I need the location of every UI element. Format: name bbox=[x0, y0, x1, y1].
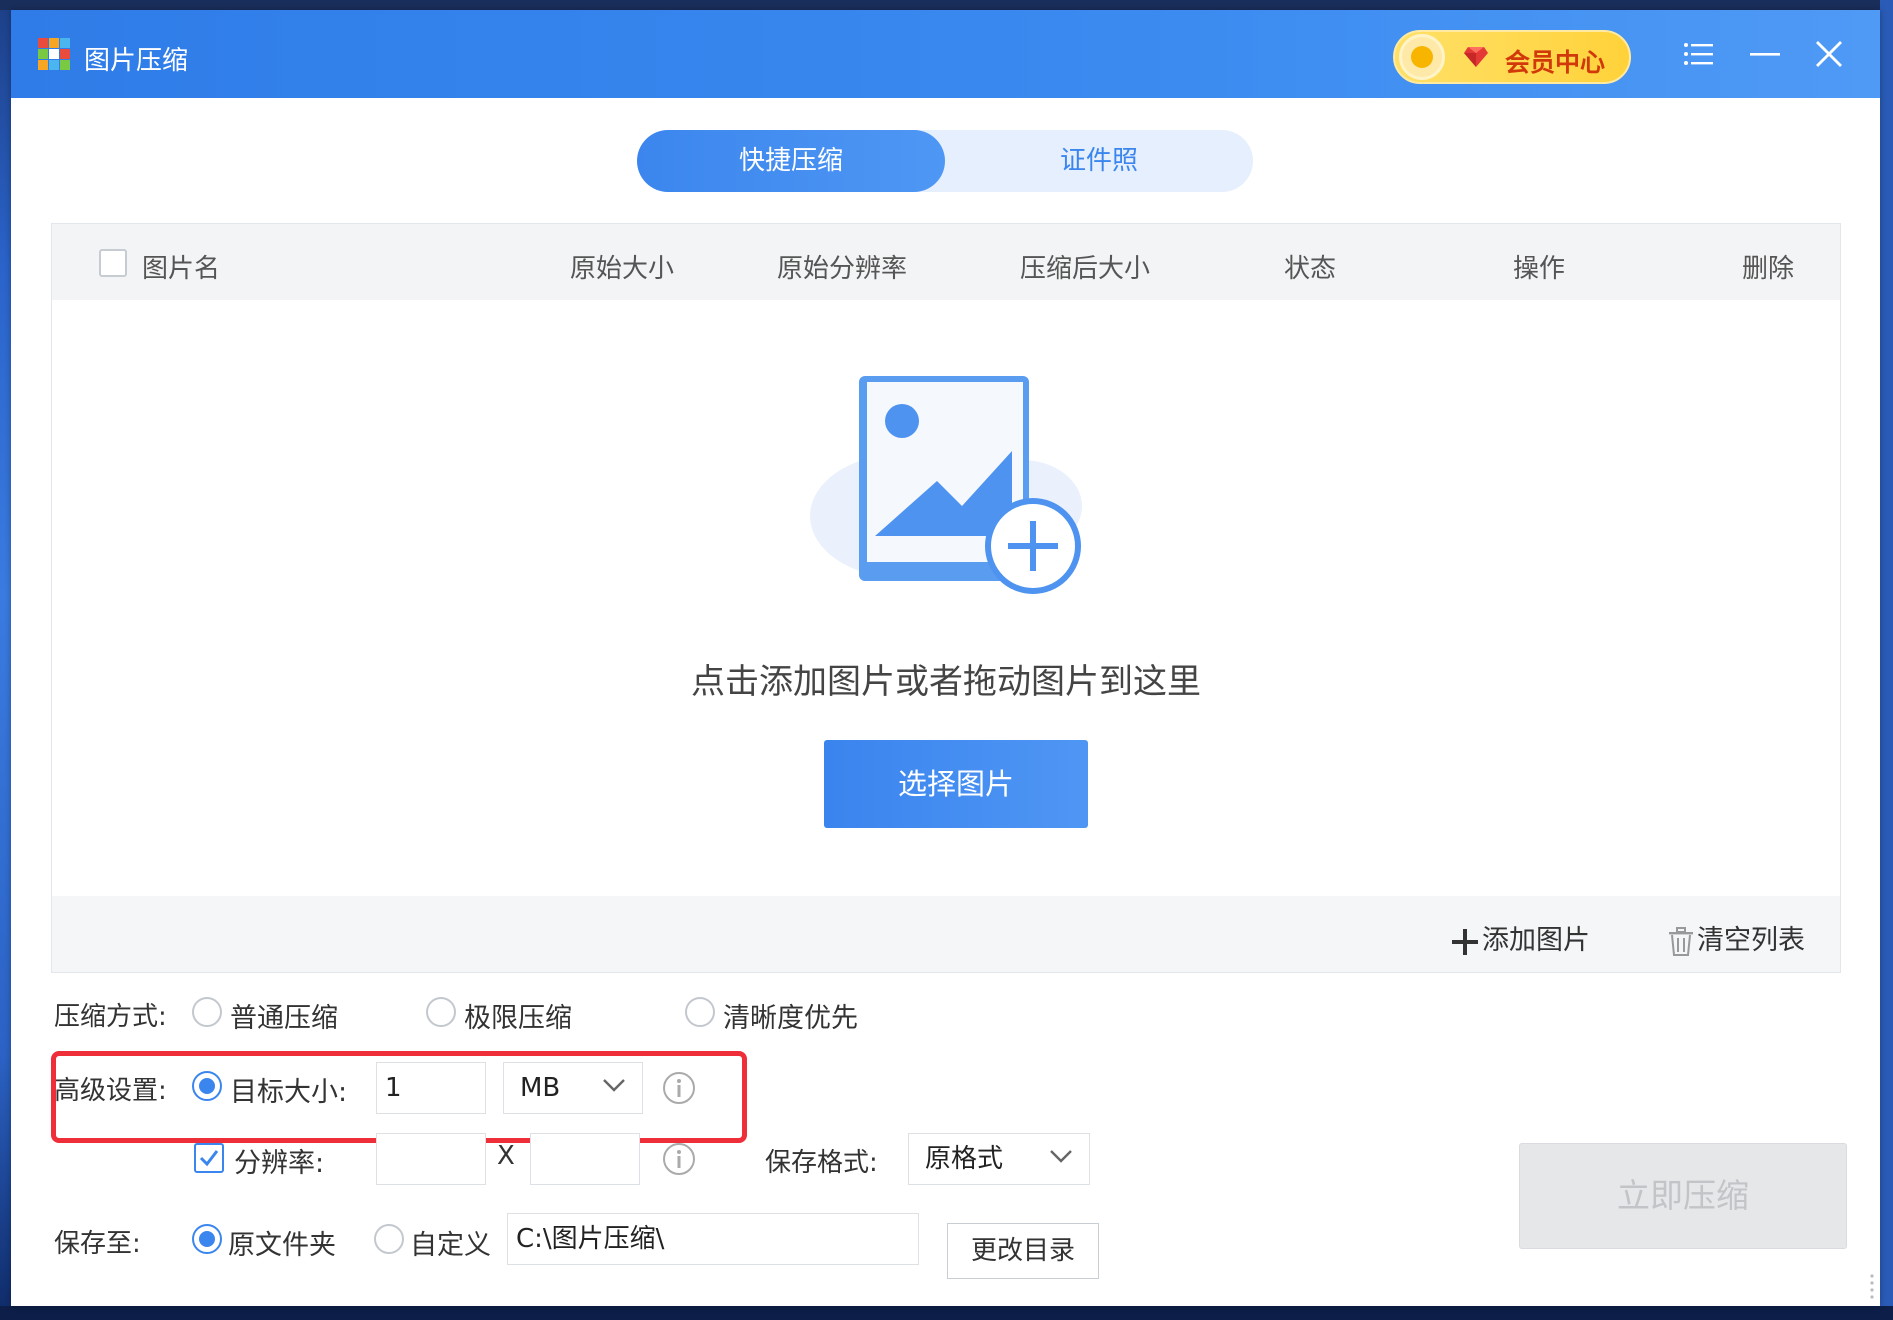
avatar bbox=[1399, 34, 1445, 80]
title-bar[interactable]: 图片压缩 会员中心 bbox=[11, 10, 1880, 98]
target-size-unit-select[interactable]: MB bbox=[503, 1062, 643, 1114]
save-to-label: 保存至: bbox=[54, 1229, 141, 1259]
resolution-checkbox[interactable] bbox=[194, 1143, 224, 1173]
taskbar-strip bbox=[0, 1306, 1893, 1320]
select-all-checkbox[interactable] bbox=[99, 249, 127, 277]
normal-compress-label[interactable]: 普通压缩 bbox=[230, 996, 338, 1035]
column-header-delete: 删除 bbox=[1742, 254, 1795, 284]
target-size-label: 目标大小: bbox=[230, 1077, 348, 1108]
column-header-original-resolution: 原始分辨率 bbox=[777, 254, 908, 284]
resize-grip-icon[interactable] bbox=[1867, 1272, 1877, 1302]
tab-quick-compress[interactable]: 快捷压缩 bbox=[637, 130, 945, 192]
save-format-select[interactable]: 原格式 bbox=[908, 1133, 1090, 1185]
resolution-info-icon[interactable] bbox=[662, 1142, 696, 1176]
target-size-input[interactable]: 1 bbox=[376, 1062, 486, 1114]
change-directory-button[interactable]: 更改目录 bbox=[947, 1223, 1099, 1279]
column-header-action: 操作 bbox=[1513, 254, 1566, 284]
radio-original-folder[interactable] bbox=[192, 1224, 222, 1254]
select-images-button[interactable]: 选择图片 bbox=[824, 740, 1088, 828]
column-header-original-size: 原始大小 bbox=[570, 254, 675, 284]
original-folder-label[interactable]: 原文件夹 bbox=[228, 1223, 336, 1262]
save-path-input[interactable]: C:\图片压缩\ bbox=[507, 1213, 919, 1265]
diamond-icon bbox=[1464, 47, 1488, 67]
column-header-name: 图片名 bbox=[142, 254, 221, 284]
clarity-first-label[interactable]: 清晰度优先 bbox=[723, 996, 858, 1035]
column-header-compressed-size: 压缩后大小 bbox=[1020, 254, 1151, 284]
vip-center-button[interactable]: 会员中心 bbox=[1393, 30, 1631, 84]
chevron-down-icon bbox=[603, 1079, 625, 1092]
target-size-unit-value: MB bbox=[520, 1073, 561, 1103]
column-header-status: 状态 bbox=[1284, 254, 1337, 284]
empty-list-hint: 点击添加图片或者拖动图片到这里 bbox=[691, 662, 1201, 702]
target-size-info-icon[interactable] bbox=[662, 1071, 696, 1105]
trash-icon bbox=[1669, 926, 1693, 956]
radio-extreme-compress[interactable] bbox=[426, 997, 456, 1027]
custom-folder-label[interactable]: 自定义 bbox=[410, 1223, 491, 1262]
app-logo-icon bbox=[38, 38, 70, 70]
minimize-icon[interactable] bbox=[1747, 36, 1783, 72]
desktop-top-strip bbox=[0, 0, 1893, 10]
resolution-width-input[interactable] bbox=[376, 1133, 486, 1185]
plus-icon bbox=[1452, 928, 1478, 955]
chevron-down-icon bbox=[1050, 1150, 1072, 1163]
resolution-height-input[interactable] bbox=[530, 1133, 640, 1185]
window-title: 图片压缩 bbox=[84, 46, 189, 76]
menu-icon[interactable] bbox=[1681, 36, 1717, 72]
list-header: 图片名 原始大小 原始分辨率 压缩后大小 状态 操作 删除 bbox=[52, 224, 1840, 300]
list-footer: 添加图片 清空列表 bbox=[52, 896, 1840, 972]
mode-tabs: 快捷压缩 证件照 bbox=[637, 130, 1253, 192]
image-list-panel[interactable]: 图片名 原始大小 原始分辨率 压缩后大小 状态 操作 删除 点击添加图片或者拖动… bbox=[51, 223, 1841, 973]
radio-normal-compress[interactable] bbox=[192, 997, 222, 1027]
clear-list-button[interactable]: 清空列表 bbox=[1667, 918, 1805, 957]
desktop-right-strip bbox=[1880, 0, 1893, 1320]
add-image-illustration-icon[interactable] bbox=[797, 366, 1097, 606]
save-format-label: 保存格式: bbox=[765, 1148, 878, 1178]
clear-list-label: 清空列表 bbox=[1697, 925, 1805, 956]
radio-target-size[interactable] bbox=[192, 1071, 222, 1101]
tab-id-photo[interactable]: 证件照 bbox=[945, 130, 1253, 192]
radio-custom-folder[interactable] bbox=[374, 1224, 404, 1254]
close-icon[interactable] bbox=[1811, 36, 1847, 72]
resolution-label: 分辨率: bbox=[234, 1148, 325, 1179]
vip-center-label: 会员中心 bbox=[1505, 48, 1606, 77]
compress-mode-label: 压缩方式: bbox=[54, 1002, 167, 1032]
advanced-settings-label: 高级设置: bbox=[54, 1076, 167, 1106]
add-images-label: 添加图片 bbox=[1482, 925, 1590, 956]
radio-clarity-first[interactable] bbox=[685, 997, 715, 1027]
save-format-value: 原格式 bbox=[925, 1144, 1004, 1174]
extreme-compress-label[interactable]: 极限压缩 bbox=[464, 996, 572, 1035]
check-icon bbox=[199, 1150, 219, 1167]
app-window: 图片压缩 会员中心 快捷压缩 证件照 图片名 原始大小 原始分辨率 压缩后大小 … bbox=[11, 10, 1880, 1306]
compress-now-button[interactable]: 立即压缩 bbox=[1519, 1143, 1847, 1249]
add-images-button[interactable]: 添加图片 bbox=[1450, 918, 1590, 957]
resolution-separator: X bbox=[497, 1141, 515, 1171]
